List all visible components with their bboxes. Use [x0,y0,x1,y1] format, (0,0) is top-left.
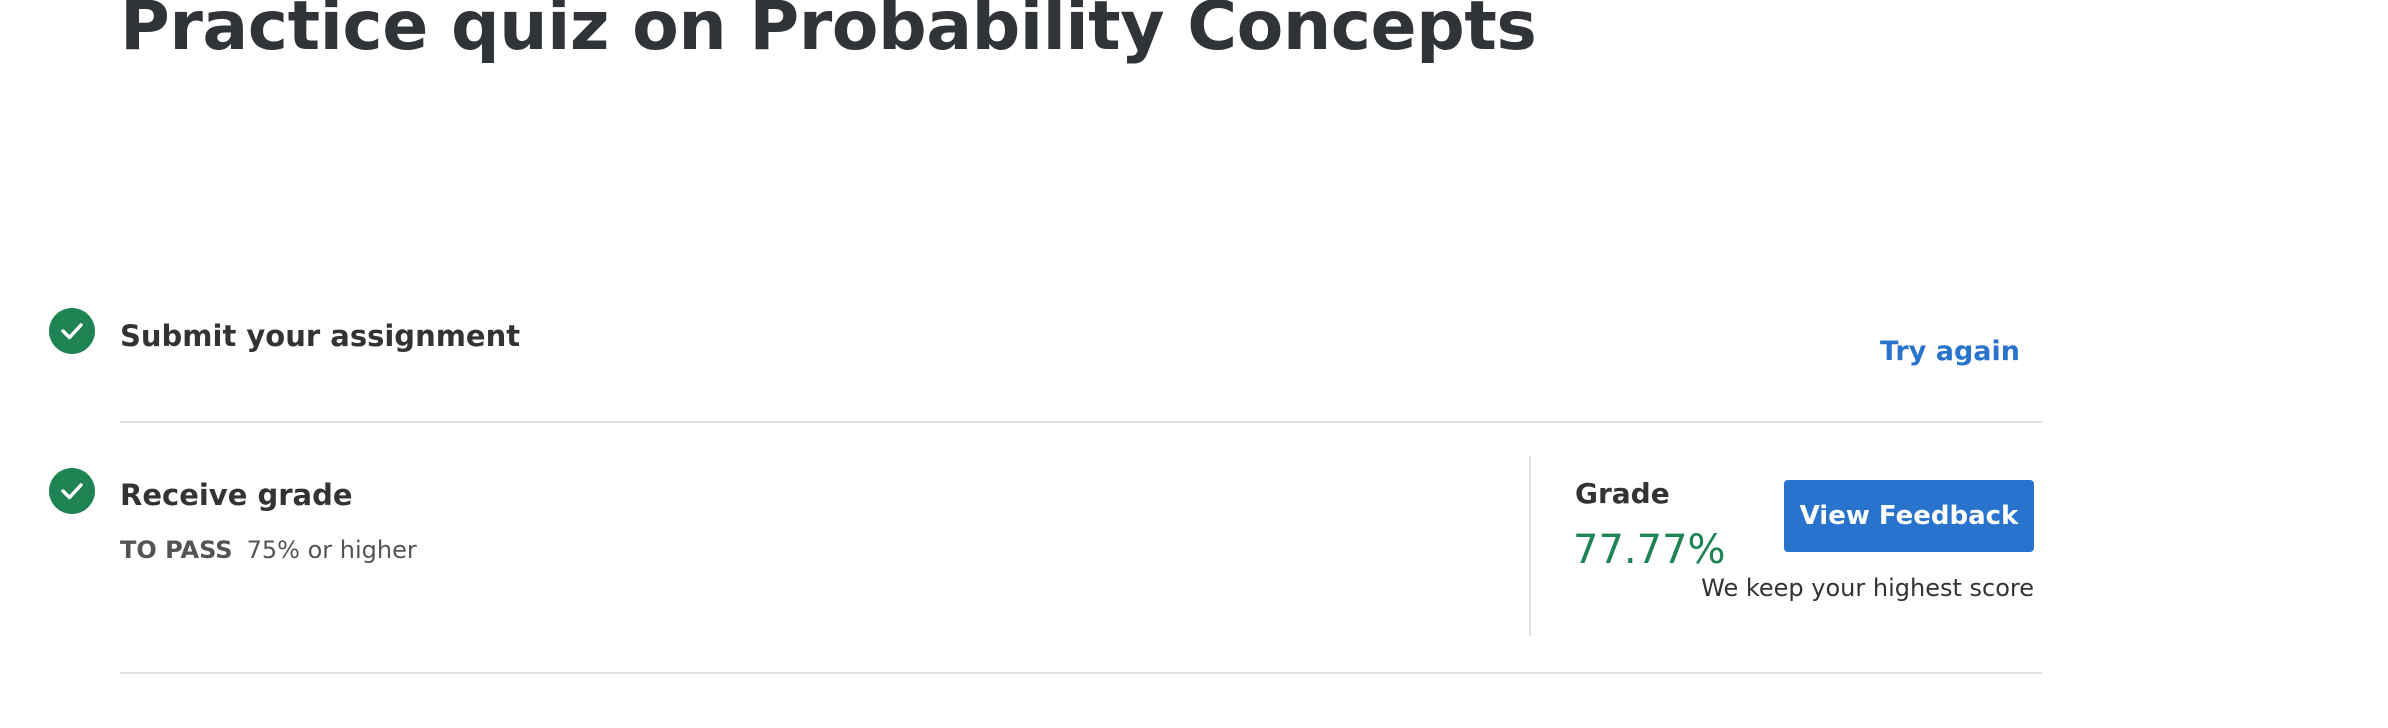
pass-label: TO PASS [120,536,233,564]
try-again-link[interactable]: Try again [1860,332,2020,372]
step-title-submit: Submit your assignment [120,319,521,353]
check-circle-icon [49,308,95,354]
quiz-results-page: Practice quiz on Probability Concepts Su… [0,0,2388,728]
step-title-receive-grade: Receive grade [120,478,353,512]
highest-score-note: We keep your highest score [1701,574,2034,602]
page-title: Practice quiz on Probability Concepts [120,0,1537,66]
grade-label: Grade [1575,477,1670,510]
section-divider [120,421,2042,423]
check-circle-icon [49,468,95,514]
grade-divider [1529,456,1531,636]
view-feedback-button[interactable]: View Feedback [1784,480,2034,552]
section-divider [120,672,2042,674]
pass-value: 75% or higher [246,536,417,564]
pass-requirement: TO PASS 75% or higher [120,530,417,570]
